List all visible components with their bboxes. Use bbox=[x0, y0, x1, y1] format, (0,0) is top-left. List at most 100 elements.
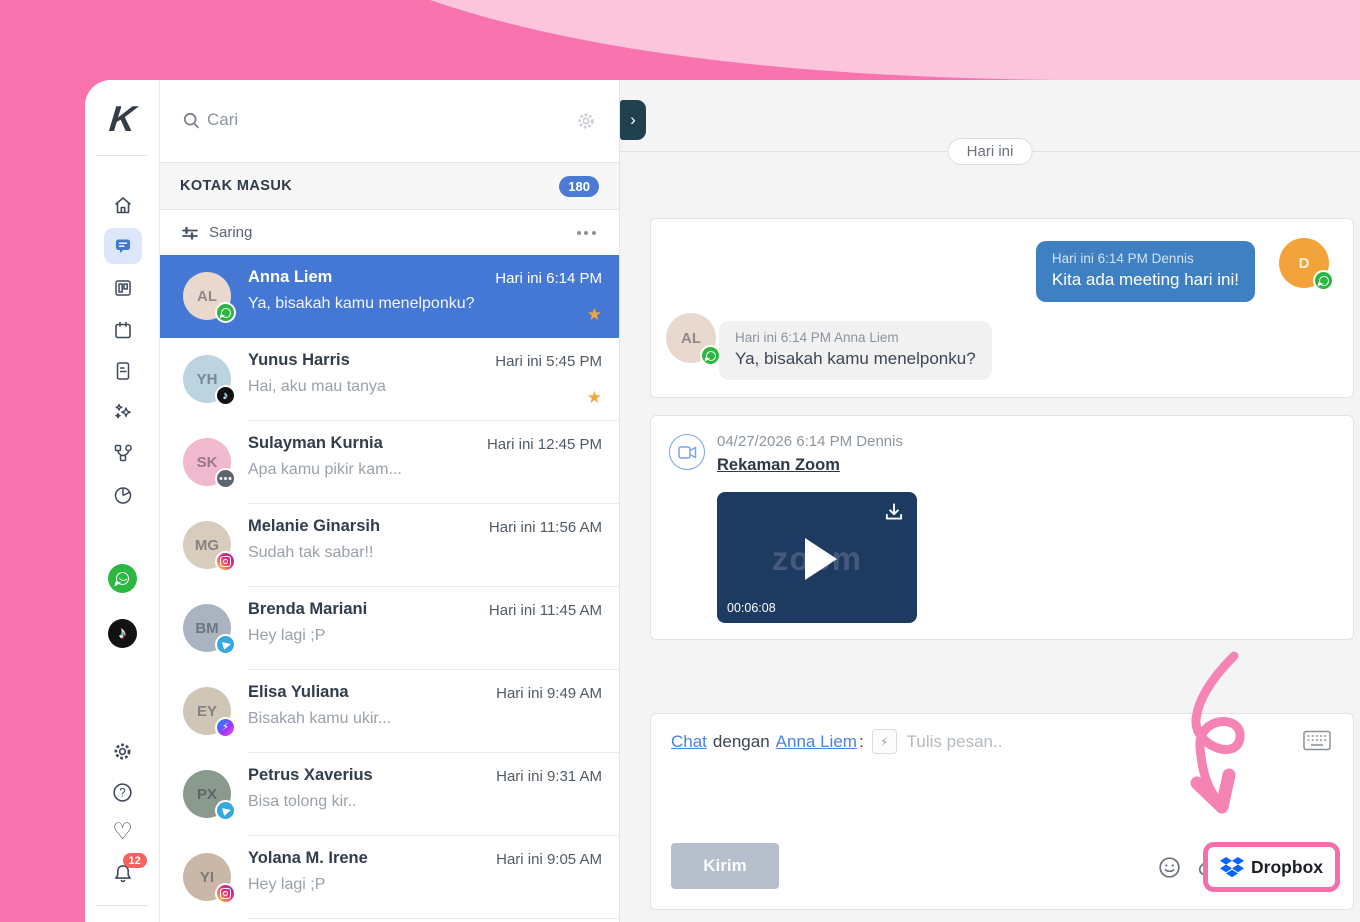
send-button[interactable]: Kirim bbox=[671, 843, 779, 889]
emoji-icon[interactable] bbox=[1157, 855, 1182, 880]
avatar: SK bbox=[183, 438, 231, 486]
channel-badge: ♪ bbox=[215, 385, 236, 406]
channel-badge bbox=[215, 800, 236, 821]
chat-list-item[interactable]: YH ♪ Yunus Harris Hari ini 5:45 PM Hai, … bbox=[160, 338, 619, 421]
dropbox-label: Dropbox bbox=[1251, 857, 1323, 878]
avatar-initials: PX bbox=[197, 786, 217, 803]
sidebar-item-help[interactable]: ? bbox=[85, 781, 160, 804]
gear-icon bbox=[111, 740, 134, 763]
more-options-button[interactable] bbox=[573, 231, 599, 235]
message-preview: Ya, bisakah kamu menelponku? bbox=[248, 295, 475, 313]
channel-badge bbox=[215, 551, 236, 572]
message-time: Hari ini 9:49 AM bbox=[496, 685, 602, 702]
message-preview: Hey lagi ;P bbox=[248, 627, 325, 645]
document-icon bbox=[112, 360, 134, 382]
avatar: MG bbox=[183, 521, 231, 569]
avatar: EY ⚡ bbox=[183, 687, 231, 735]
chat-bubble-icon bbox=[113, 236, 133, 256]
composer-card: Chat dengan Anna Liem : ⚡ Tulis pesan.. … bbox=[650, 713, 1354, 910]
message-time: Hari ini 9:31 AM bbox=[496, 768, 602, 785]
channel-badge bbox=[215, 302, 236, 323]
chat-list-item[interactable]: MG Melanie Ginarsih Hari ini 11:56 AM Su… bbox=[160, 504, 619, 587]
avatar-initials: YH bbox=[197, 371, 218, 388]
sidebar-item-notifications[interactable]: 12 bbox=[85, 861, 160, 890]
sidebar-item-ai[interactable] bbox=[85, 393, 160, 431]
avatar: PX bbox=[183, 770, 231, 818]
sidebar-item-calendar[interactable] bbox=[85, 311, 160, 349]
recipient-link[interactable]: Anna Liem bbox=[776, 732, 857, 752]
sidebar-item-pipelines[interactable] bbox=[85, 269, 160, 307]
avatar: D bbox=[1279, 238, 1329, 288]
messages-card: Hari ini 6:14 PM Dennis Kita ada meeting… bbox=[650, 218, 1354, 398]
star-icon[interactable]: ★ bbox=[587, 305, 602, 325]
avatar-initials: EY bbox=[197, 703, 217, 720]
channel-badge: ⚡ bbox=[215, 717, 236, 738]
contact-name: Elisa Yuliana bbox=[248, 683, 349, 702]
message-preview: Hey lagi ;P bbox=[248, 876, 325, 894]
contact-name: Petrus Xaverius bbox=[248, 766, 373, 785]
chat-list-item[interactable]: BM Brenda Mariani Hari ini 11:45 AM Hey … bbox=[160, 587, 619, 670]
help-icon: ? bbox=[111, 781, 134, 804]
contact-name: Sulayman Kurnia bbox=[248, 434, 383, 453]
dropbox-icon bbox=[1220, 857, 1244, 878]
star-icon[interactable]: ★ bbox=[587, 388, 602, 408]
chat-list-item[interactable]: EY ⚡ Elisa Yuliana Hari ini 9:49 AM Bisa… bbox=[160, 670, 619, 753]
channel-badge bbox=[215, 468, 236, 489]
tiktok-channel-icon[interactable]: ♪ bbox=[108, 619, 137, 648]
incoming-message-bubble[interactable]: Hari ini 6:14 PM Anna Liem Ya, bisakah k… bbox=[719, 321, 992, 380]
avatar-initials: BM bbox=[195, 620, 218, 637]
sidebar-item-documents[interactable] bbox=[85, 352, 160, 390]
avatar-initials: D bbox=[1299, 255, 1310, 272]
kommo-logo[interactable]: K bbox=[85, 98, 162, 140]
chat-list-item[interactable]: PX Petrus Xaverius Hari ini 9:31 AM Bisa… bbox=[160, 753, 619, 836]
recording-link[interactable]: Rekaman Zoom bbox=[717, 456, 840, 475]
search-icon bbox=[182, 111, 202, 131]
active-nav-highlight bbox=[104, 228, 142, 264]
play-icon[interactable] bbox=[805, 538, 837, 580]
filter-sliders-icon bbox=[180, 223, 200, 243]
inbox-header[interactable]: KOTAK MASUK 180 bbox=[160, 162, 619, 210]
chat-type-link[interactable]: Chat bbox=[671, 732, 707, 752]
icon-sidebar: K bbox=[85, 80, 160, 922]
quick-actions-button[interactable]: ⚡ bbox=[872, 729, 897, 754]
video-thumbnail[interactable]: zoom 00:06:08 bbox=[717, 492, 917, 623]
avatar-initials: AL bbox=[681, 330, 701, 347]
avatar: YI bbox=[183, 853, 231, 901]
chat-list-item[interactable]: SK Sulayman Kurnia Hari ini 12:45 PM Apa… bbox=[160, 421, 619, 504]
sidebar-item-chats-active[interactable] bbox=[85, 227, 160, 265]
home-icon bbox=[112, 194, 134, 216]
message-time: Hari ini 9:05 AM bbox=[496, 851, 602, 868]
channel-badge bbox=[215, 634, 236, 655]
chat-list-item[interactable]: YI Yolana M. Irene Hari ini 9:05 AM Hey … bbox=[160, 836, 619, 919]
inbox-label: KOTAK MASUK bbox=[180, 178, 292, 194]
sidebar-item-stats[interactable] bbox=[85, 476, 160, 514]
keyboard-icon[interactable] bbox=[1303, 730, 1331, 751]
chat-list-item[interactable]: AL Anna Liem Hari ini 6:14 PM Ya, bisaka… bbox=[160, 255, 619, 338]
filter-row[interactable]: Saring bbox=[160, 210, 619, 255]
search-bar[interactable]: Cari bbox=[160, 80, 619, 162]
chevron-right-icon: › bbox=[630, 110, 636, 130]
download-icon[interactable] bbox=[883, 502, 905, 522]
message-preview: Hai, aku mau tanya bbox=[248, 378, 386, 396]
search-input[interactable]: Cari bbox=[207, 110, 238, 130]
list-settings-gear-icon[interactable] bbox=[575, 110, 597, 132]
video-camera-icon bbox=[678, 445, 697, 460]
lightning-bolt-icon: ⚡ bbox=[880, 735, 888, 749]
sparkles-icon bbox=[112, 401, 134, 423]
avatar-initials: SK bbox=[197, 454, 218, 471]
channel-badge bbox=[1313, 270, 1334, 291]
whatsapp-channel-icon[interactable] bbox=[108, 564, 137, 593]
message-text: Ya, bisakah kamu menelponku? bbox=[735, 349, 976, 369]
sidebar-item-automation[interactable] bbox=[85, 434, 160, 472]
sidebar-item-favorites[interactable]: ♡ bbox=[85, 820, 160, 843]
contact-name: Anna Liem bbox=[248, 268, 332, 287]
expand-panel-button[interactable]: › bbox=[620, 100, 646, 140]
sidebar-item-settings[interactable] bbox=[85, 740, 160, 763]
message-input[interactable]: Tulis pesan.. bbox=[907, 732, 1003, 752]
dropbox-button[interactable]: Dropbox bbox=[1203, 842, 1340, 892]
whatsapp-glyph bbox=[116, 572, 129, 585]
composer-colon: : bbox=[859, 732, 864, 752]
heart-icon: ♡ bbox=[112, 820, 133, 843]
outgoing-message-bubble[interactable]: Hari ini 6:14 PM Dennis Kita ada meeting… bbox=[1036, 241, 1255, 302]
sidebar-item-home[interactable] bbox=[85, 186, 160, 224]
